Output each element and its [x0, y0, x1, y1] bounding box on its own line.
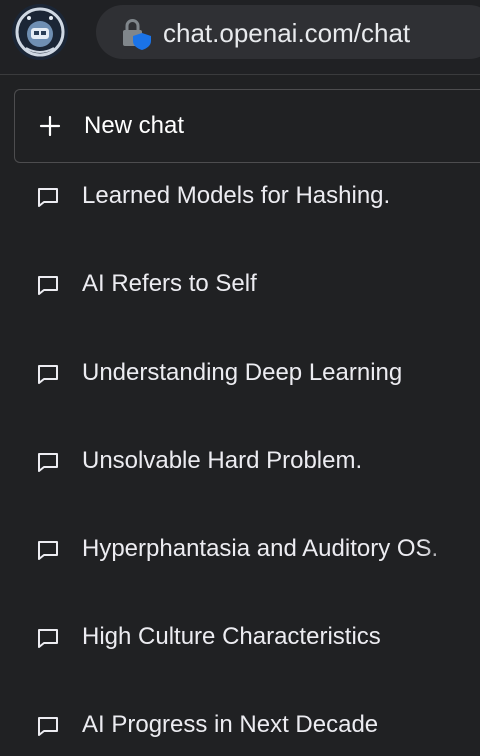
- message-icon: [38, 717, 58, 736]
- chat-history-label: AI Refers to Self: [82, 270, 257, 297]
- chat-history-item[interactable]: Understanding Deep Learning: [0, 344, 480, 404]
- chat-history-label: Unsolvable Hard Problem.: [82, 447, 363, 474]
- message-icon: [38, 541, 58, 560]
- chat-history-item[interactable]: AI Progress in Next Decade: [0, 696, 480, 756]
- chat-history-label: Understanding Deep Learning: [82, 359, 403, 386]
- new-chat-button[interactable]: New chat: [14, 89, 480, 163]
- plus-icon: [39, 115, 61, 137]
- chat-history-label: Hyperphantasia and Auditory OS.: [82, 535, 439, 562]
- message-icon: [38, 276, 58, 295]
- browser-top-bar: chat.openai.com/chat: [0, 0, 480, 75]
- message-icon: [38, 629, 58, 648]
- chat-history-item[interactable]: High Culture Characteristics: [0, 608, 480, 668]
- profile-avatar-icon[interactable]: [12, 4, 68, 60]
- chat-history-item[interactable]: AI Refers to Self: [0, 255, 480, 315]
- chat-history-item[interactable]: Hyperphantasia and Auditory OS.: [0, 520, 480, 580]
- chat-history-label: Learned Models for Hashing.: [82, 182, 391, 209]
- message-icon: [38, 188, 58, 207]
- chat-history-label: High Culture Characteristics: [82, 623, 381, 650]
- message-icon: [38, 453, 58, 472]
- chat-sidebar: New chat Learned Models for Hashing. AI …: [0, 75, 480, 752]
- chat-history-item[interactable]: Unsolvable Hard Problem.: [0, 432, 480, 492]
- new-chat-label: New chat: [84, 112, 185, 139]
- chat-history-item[interactable]: Learned Models for Hashing.: [0, 167, 480, 227]
- chat-history-label: AI Progress in Next Decade: [82, 711, 379, 738]
- url-text: chat.openai.com/chat: [163, 18, 411, 48]
- message-icon: [38, 365, 58, 384]
- url-bar[interactable]: chat.openai.com/chat: [96, 5, 480, 59]
- lock-icon[interactable]: [120, 17, 154, 51]
